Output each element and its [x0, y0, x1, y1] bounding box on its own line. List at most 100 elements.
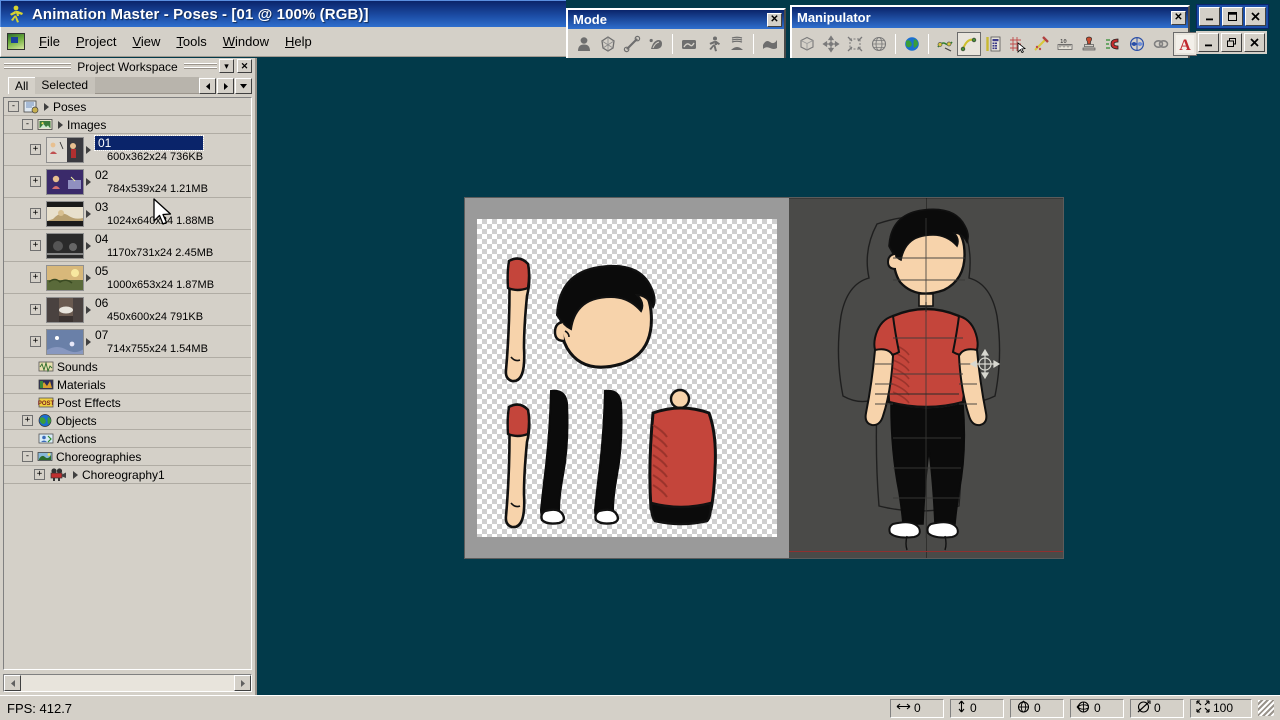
rotate-x-field[interactable]: 0: [1010, 698, 1064, 718]
scroll-track[interactable]: [21, 675, 234, 691]
expander-image-01[interactable]: +: [30, 144, 41, 155]
expander-poses[interactable]: -: [8, 101, 19, 112]
menu-view[interactable]: View: [124, 32, 168, 51]
expander-image-02[interactable]: +: [30, 176, 41, 187]
expander-images[interactable]: -: [22, 119, 33, 130]
mode-palette-titlebar[interactable]: Mode ✕: [568, 10, 784, 29]
group-edit-icon[interactable]: [933, 32, 957, 56]
scroll-right-button[interactable]: [234, 675, 251, 691]
translate-icon[interactable]: [819, 32, 843, 56]
scale-field[interactable]: 100: [1190, 698, 1252, 718]
muscle-mode-icon[interactable]: [644, 32, 668, 56]
document-window[interactable]: [464, 197, 1064, 559]
manipulator-palette-titlebar[interactable]: Manipulator ✕: [792, 7, 1188, 28]
tab-menu-button[interactable]: [235, 78, 252, 94]
chevron-right-icon: [86, 305, 91, 314]
resize-grip-icon[interactable]: [1258, 700, 1274, 716]
maximize-button[interactable]: [1222, 7, 1243, 26]
y-position-field[interactable]: 0: [950, 698, 1004, 718]
bone-mode-icon[interactable]: [620, 32, 644, 56]
tree-node-sounds[interactable]: Sounds: [4, 358, 251, 376]
tree-node-image-05[interactable]: + 05 1000x653x24 1.87MB: [4, 262, 251, 294]
rotate-y-field[interactable]: 0: [1070, 698, 1124, 718]
magnet-snap-icon[interactable]: [1029, 32, 1053, 56]
action-mode-icon[interactable]: [677, 32, 701, 56]
main-viewport[interactable]: [261, 58, 1280, 695]
document-image-icon[interactable]: [7, 33, 25, 50]
tree-node-poses[interactable]: - Poses: [4, 98, 251, 116]
tab-next-button[interactable]: [217, 78, 234, 94]
world-globe-icon[interactable]: [900, 32, 924, 56]
tree-node-choreography1[interactable]: + Choreography1: [4, 466, 251, 484]
tree-node-image-01[interactable]: + 01 600x362x24 736KB: [4, 134, 251, 166]
chevron-down-icon[interactable]: ▾: [219, 59, 234, 73]
mirror-icon[interactable]: [1125, 32, 1149, 56]
rotate-globe-icon[interactable]: [867, 32, 891, 56]
scroll-left-button[interactable]: [4, 675, 21, 691]
modeling-mode-icon[interactable]: [572, 32, 596, 56]
tab-all[interactable]: All: [8, 77, 41, 95]
workspace-horizontal-scrollbar[interactable]: [3, 674, 252, 692]
app-titlebar[interactable]: Animation Master - Poses - [01 @ 100% (R…: [0, 0, 566, 27]
tree-node-image-07[interactable]: + 07 714x755x24 1.54MB: [4, 326, 251, 358]
chevron-right-icon: [86, 209, 91, 218]
model-viewport[interactable]: [789, 198, 1063, 558]
properties-icon[interactable]: [981, 32, 1005, 56]
scale-icon[interactable]: [843, 32, 867, 56]
expander-image-05[interactable]: +: [30, 272, 41, 283]
close-icon[interactable]: ✕: [1171, 10, 1186, 25]
expander-choreographies[interactable]: -: [22, 451, 33, 462]
image-canvas-01[interactable]: [465, 198, 789, 558]
tree-node-image-03[interactable]: + 03 1024x640x24 1.88MB: [4, 198, 251, 230]
menu-tools[interactable]: Tools: [168, 32, 214, 51]
x-position-field[interactable]: 0: [890, 698, 944, 718]
workspace-titlebar[interactable]: Project Workspace ▾ ✕: [0, 58, 255, 75]
expander-image-03[interactable]: +: [30, 208, 41, 219]
expander-image-04[interactable]: +: [30, 240, 41, 251]
close-icon[interactable]: ✕: [767, 12, 782, 27]
close-button[interactable]: [1245, 7, 1266, 26]
ruler-icon[interactable]: 10: [1053, 32, 1077, 56]
expander-choreography1[interactable]: +: [34, 469, 45, 480]
sounds-icon: [38, 359, 54, 374]
link-icon[interactable]: [1149, 32, 1173, 56]
tree-node-choreographies[interactable]: - Choreographies: [4, 448, 251, 466]
project-tree[interactable]: - Poses - Images + 01 600x362x24 736KB +…: [3, 97, 252, 670]
bounding-box-icon[interactable]: [795, 32, 819, 56]
minimize-button[interactable]: [1198, 33, 1219, 52]
tab-prev-button[interactable]: [199, 78, 216, 94]
close-icon[interactable]: ✕: [237, 59, 252, 73]
rotate-z-field[interactable]: 0: [1130, 698, 1184, 718]
menu-project[interactable]: Project: [68, 32, 124, 51]
tree-node-image-06[interactable]: + 06 450x600x24 791KB: [4, 294, 251, 326]
tree-label-image-03: 03: [95, 200, 109, 214]
tree-node-image-02[interactable]: + 02 784x539x24 1.21MB: [4, 166, 251, 198]
spring-mode-icon[interactable]: [725, 32, 749, 56]
grid-snap-icon[interactable]: [1005, 32, 1029, 56]
part-torso: [648, 388, 717, 526]
tab-selected[interactable]: Selected: [35, 77, 96, 94]
menu-help[interactable]: Help: [277, 32, 320, 51]
tree-node-objects[interactable]: + Objects: [4, 412, 251, 430]
tree-node-materials[interactable]: Materials: [4, 376, 251, 394]
stamp-icon[interactable]: [1077, 32, 1101, 56]
status-fields: 0 0 0 0 0 100: [890, 698, 1280, 718]
walk-mode-icon[interactable]: [701, 32, 725, 56]
text-tool-icon[interactable]: A: [1173, 31, 1197, 56]
restore-button[interactable]: [1221, 33, 1242, 52]
choreography-mode-icon[interactable]: [758, 32, 782, 56]
expander-objects[interactable]: +: [22, 415, 33, 426]
expander-image-07[interactable]: +: [30, 336, 41, 347]
minimize-button[interactable]: [1199, 7, 1220, 26]
tree-node-actions[interactable]: Actions: [4, 430, 251, 448]
menu-file[interactable]: FFileile: [31, 32, 68, 51]
menu-window[interactable]: Window: [215, 32, 277, 51]
tree-node-images[interactable]: - Images: [4, 116, 251, 134]
magnet-icon[interactable]: [1101, 32, 1125, 56]
close-button[interactable]: [1244, 33, 1265, 52]
tree-node-post-effects[interactable]: POST Post Effects: [4, 394, 251, 412]
mesh-mode-icon[interactable]: [596, 32, 620, 56]
spline-edit-icon[interactable]: [957, 31, 981, 56]
expander-image-06[interactable]: +: [30, 304, 41, 315]
tree-node-image-04[interactable]: + 04 1170x731x24 2.45MB: [4, 230, 251, 262]
